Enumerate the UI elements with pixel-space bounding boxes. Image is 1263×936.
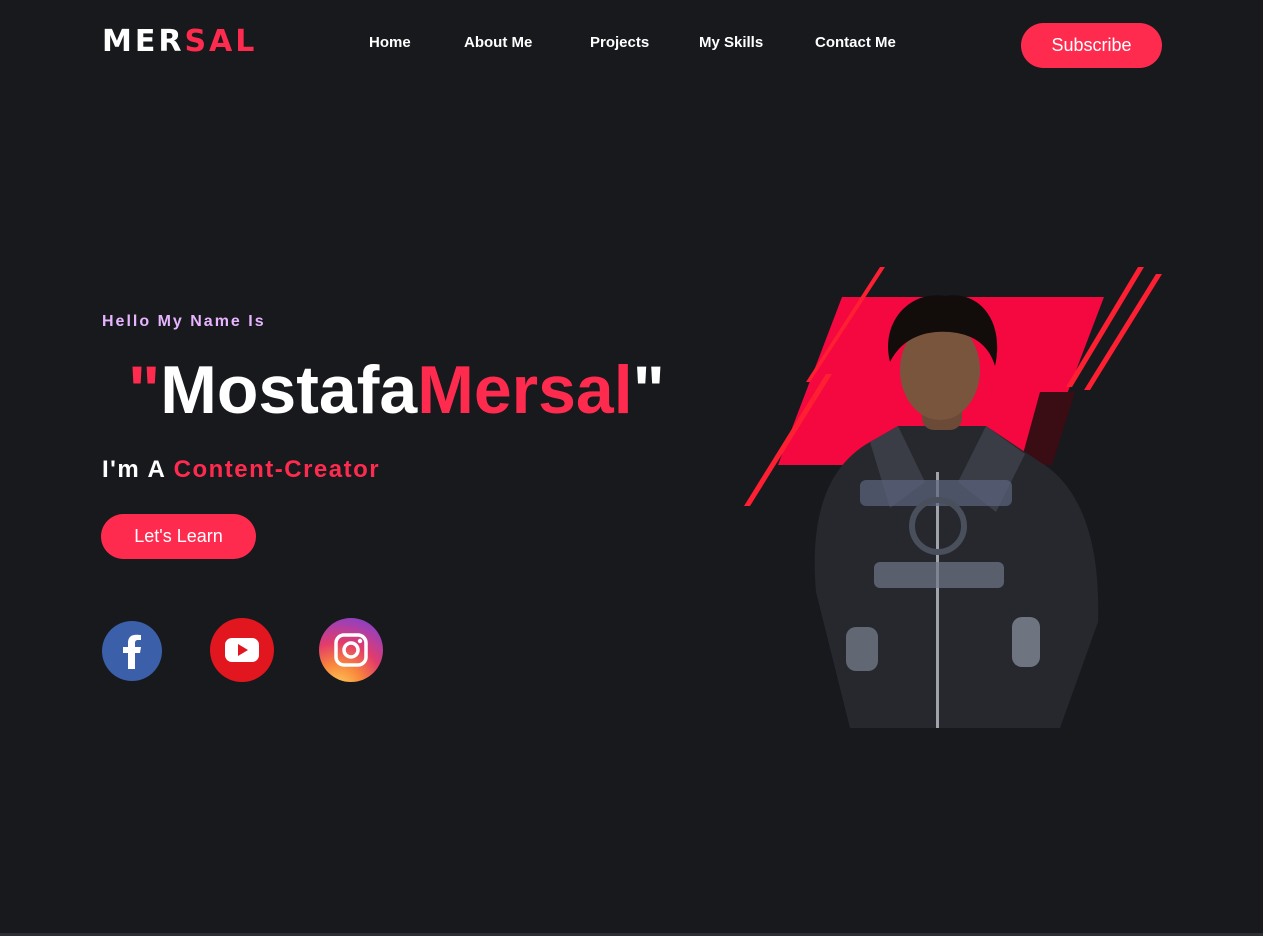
nav-my-skills[interactable]: My Skills [699, 34, 763, 51]
hero-illustration [744, 267, 1162, 728]
hero-name: "MostafaMersal" [128, 346, 665, 434]
youtube-link[interactable] [210, 618, 274, 682]
close-quote: " [632, 352, 665, 428]
facebook-icon [123, 634, 141, 669]
nav-projects[interactable]: Projects [590, 34, 649, 51]
role-title: Content-Creator [173, 456, 381, 483]
nav-home[interactable]: Home [369, 34, 411, 51]
hero-greeting: Hello My Name Is [102, 313, 266, 330]
site-logo[interactable]: MERSAL [102, 24, 257, 60]
logo-part-accent: SAL [184, 24, 258, 59]
instagram-link[interactable] [319, 618, 383, 682]
lets-learn-button[interactable]: Let's Learn [101, 514, 256, 559]
logo-part-white: MER [102, 24, 185, 59]
last-name: Mersal [417, 352, 633, 428]
hero-role: I'm A Content-Creator [102, 456, 380, 484]
nav-contact-me[interactable]: Contact Me [815, 34, 896, 51]
subscribe-button[interactable]: Subscribe [1021, 23, 1162, 68]
open-quote: " [128, 352, 161, 428]
first-name: Mostafa [160, 352, 418, 428]
facebook-link[interactable] [102, 621, 162, 681]
instagram-icon [334, 633, 368, 667]
role-prefix: I'm A [102, 456, 166, 483]
youtube-icon [225, 638, 259, 662]
nav-about-me[interactable]: About Me [464, 34, 532, 51]
